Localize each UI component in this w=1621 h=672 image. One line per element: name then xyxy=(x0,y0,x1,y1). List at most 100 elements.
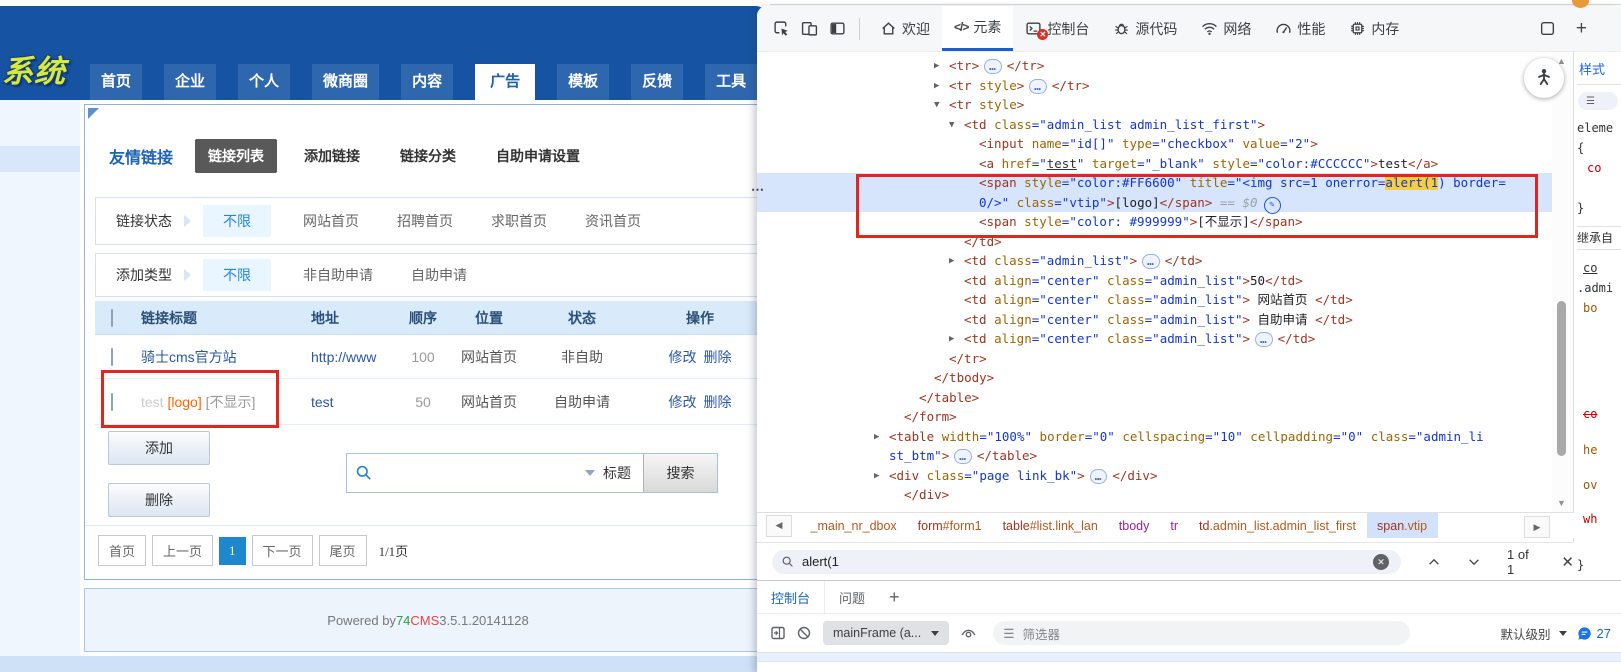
code-line[interactable]: st_btm">…</table> xyxy=(757,446,1552,466)
code-line[interactable]: </div> xyxy=(757,485,1552,505)
nav-tab-微商圈[interactable]: 微商圈 xyxy=(312,64,379,100)
module-tab-添加链接[interactable]: 添加链接 xyxy=(291,139,373,173)
code-line[interactable]: 0/>" class="vtip">[logo]</span> == $0✎ xyxy=(757,193,1552,213)
delete-button[interactable]: 删除 xyxy=(108,483,210,517)
brand-cms[interactable]: CMS xyxy=(410,613,439,628)
code-line[interactable]: <span style="color:#FF6600" title="<img … xyxy=(757,173,1552,193)
page-button-上一页[interactable]: 上一页 xyxy=(152,535,213,566)
page-button-首页[interactable]: 首页 xyxy=(98,535,146,566)
breadcrumb-item[interactable]: form#form1 xyxy=(907,513,992,538)
code-line[interactable]: <a href="test" target="_blank" style="co… xyxy=(757,154,1552,174)
code-line[interactable]: <td align="center" class="admin_list"> 网… xyxy=(757,290,1552,310)
code-line[interactable]: ▼<td class="admin_list admin_list_first"… xyxy=(757,115,1552,135)
search-button[interactable]: 搜索 xyxy=(643,454,717,492)
filter-option-非自助申请[interactable]: 非自助申请 xyxy=(297,259,379,291)
code-line[interactable]: <span style="color: #999999">[不显示]</span… xyxy=(757,212,1552,232)
nav-tab-模板[interactable]: 模板 xyxy=(557,64,609,100)
next-match-icon[interactable] xyxy=(1467,555,1481,569)
search-query-text[interactable]: alert(1 xyxy=(802,554,839,569)
nav-tab-内容[interactable]: 内容 xyxy=(401,64,453,100)
inspect-element-icon[interactable] xyxy=(767,14,795,44)
styles-filter[interactable]: ☰ xyxy=(1578,92,1618,110)
filter-option-网站首页[interactable]: 网站首页 xyxy=(297,205,365,237)
devtools-tab-性能[interactable]: 性能 xyxy=(1263,6,1337,51)
code-line[interactable]: </tr> xyxy=(757,349,1552,369)
log-level-select[interactable]: 默认级别 xyxy=(1501,624,1567,643)
twisty-icon[interactable]: ▶ xyxy=(874,428,879,448)
code-line[interactable]: </tbody> xyxy=(757,368,1552,388)
styles-panel-divider[interactable] xyxy=(1573,52,1574,580)
code-scrollbar[interactable]: ▲ ▼ xyxy=(1552,52,1571,512)
edit-attribute-icon[interactable]: ✎ xyxy=(1264,197,1281,214)
dock-side-icon[interactable] xyxy=(823,14,851,44)
breadcrumb-item[interactable]: tr xyxy=(1160,513,1189,538)
nav-tab-工具[interactable]: 工具 xyxy=(705,64,757,100)
nav-tab-个人[interactable]: 个人 xyxy=(238,64,290,100)
code-line[interactable]: ▶<td align="center" class="admin_list">…… xyxy=(757,329,1552,349)
row-checkbox[interactable] xyxy=(111,393,113,411)
clear-search-icon[interactable]: ✕ xyxy=(1373,554,1389,570)
ellipsis-expander[interactable]: … xyxy=(1090,469,1108,484)
breadcrumb-scroll-right-icon[interactable]: ▶ xyxy=(1524,516,1550,538)
device-emulation-icon[interactable] xyxy=(795,14,823,44)
module-tab-自助申请设置[interactable]: 自助申请设置 xyxy=(483,139,593,173)
twisty-icon[interactable]: ▶ xyxy=(949,252,954,272)
sidebar-active-item[interactable] xyxy=(0,146,80,172)
twisty-icon[interactable]: ▼ xyxy=(949,116,954,136)
select-all-checkbox[interactable] xyxy=(111,309,113,327)
link-url[interactable]: test xyxy=(311,394,334,410)
code-line[interactable]: </table> xyxy=(757,388,1552,408)
search-input[interactable] xyxy=(379,457,573,489)
code-line[interactable]: </td> xyxy=(757,232,1552,252)
console-tab-问题[interactable]: 问题 xyxy=(825,581,879,613)
execution-context-select[interactable]: mainFrame (a... xyxy=(823,621,949,645)
breadcrumb-item[interactable]: table#list.link_lan xyxy=(992,513,1108,538)
line-gutter-menu-icon[interactable]: ⋯ xyxy=(751,182,765,198)
devtools-tab-元素[interactable]: </>元素 xyxy=(942,6,1013,51)
code-line[interactable]: ▶<tr style>…</tr> xyxy=(757,76,1552,96)
ellipsis-expander[interactable]: … xyxy=(984,59,1002,74)
filter-option-自助申请[interactable]: 自助申请 xyxy=(405,259,473,291)
code-line[interactable]: ▶<div class="page link_bk">…</div> xyxy=(757,466,1552,486)
search-field-select[interactable]: 标题 xyxy=(573,454,643,492)
page-button-1[interactable]: 1 xyxy=(219,537,246,565)
module-tab-链接分类[interactable]: 链接分类 xyxy=(387,139,469,173)
styles-tab[interactable]: 样式 xyxy=(1577,52,1621,85)
link-url[interactable]: http://www xyxy=(311,349,376,365)
code-line[interactable]: ▶<td class="admin_list">…</td> xyxy=(757,251,1552,271)
filter-option-求职首页[interactable]: 求职首页 xyxy=(485,205,553,237)
collapse-corner-icon[interactable] xyxy=(88,108,99,119)
page-button-下一页[interactable]: 下一页 xyxy=(252,535,313,566)
filter-option-不限[interactable]: 不限 xyxy=(203,205,271,237)
filter-option-资讯首页[interactable]: 资讯首页 xyxy=(579,205,647,237)
devtools-tab-源代码[interactable]: 源代码 xyxy=(1101,6,1189,51)
console-filter-input[interactable]: ☰ 筛选器 xyxy=(993,621,1410,645)
layout-panel-icon[interactable] xyxy=(1534,14,1562,44)
message-count-badge[interactable]: 27 xyxy=(1577,626,1611,641)
action-修改[interactable]: 修改 xyxy=(669,347,697,367)
nav-tab-企业[interactable]: 企业 xyxy=(164,64,216,100)
live-expression-eye-icon[interactable] xyxy=(955,620,981,646)
code-line[interactable]: <input name="id[]" type="checkbox" value… xyxy=(757,134,1552,154)
filter-option-不限[interactable]: 不限 xyxy=(203,259,271,291)
breadcrumb-scroll-left-icon[interactable]: ◀ xyxy=(766,515,792,537)
row-checkbox[interactable] xyxy=(111,348,113,366)
search-query-pill[interactable]: alert(1 ✕ xyxy=(772,550,1401,574)
devtools-tab-控制台[interactable]: ✕控制台 xyxy=(1013,6,1101,51)
twisty-icon[interactable]: ▶ xyxy=(934,57,939,77)
nav-tab-广告[interactable]: 广告 xyxy=(475,64,535,100)
more-tools-icon[interactable]: + xyxy=(1576,19,1587,38)
add-button[interactable]: 添加 xyxy=(108,431,210,465)
console-tab-控制台[interactable]: 控制台 xyxy=(757,581,825,613)
title-part[interactable]: 骑士cms官方站 xyxy=(141,349,237,365)
code-line[interactable]: ▶<tr>…</tr> xyxy=(757,56,1552,76)
close-search-icon[interactable]: ✕ xyxy=(1561,553,1574,571)
scroll-down-icon[interactable]: ▼ xyxy=(1552,498,1571,508)
action-删除[interactable]: 删除 xyxy=(704,347,732,367)
breadcrumb-item[interactable]: _main_nr_dbox xyxy=(800,513,907,538)
add-console-tab-icon[interactable]: + xyxy=(889,587,900,608)
devtools-tab-内存[interactable]: 内存 xyxy=(1337,6,1411,51)
nav-tab-首页[interactable]: 首页 xyxy=(90,64,142,100)
page-button-尾页[interactable]: 尾页 xyxy=(319,535,367,566)
accessibility-person-icon[interactable] xyxy=(1524,58,1564,98)
